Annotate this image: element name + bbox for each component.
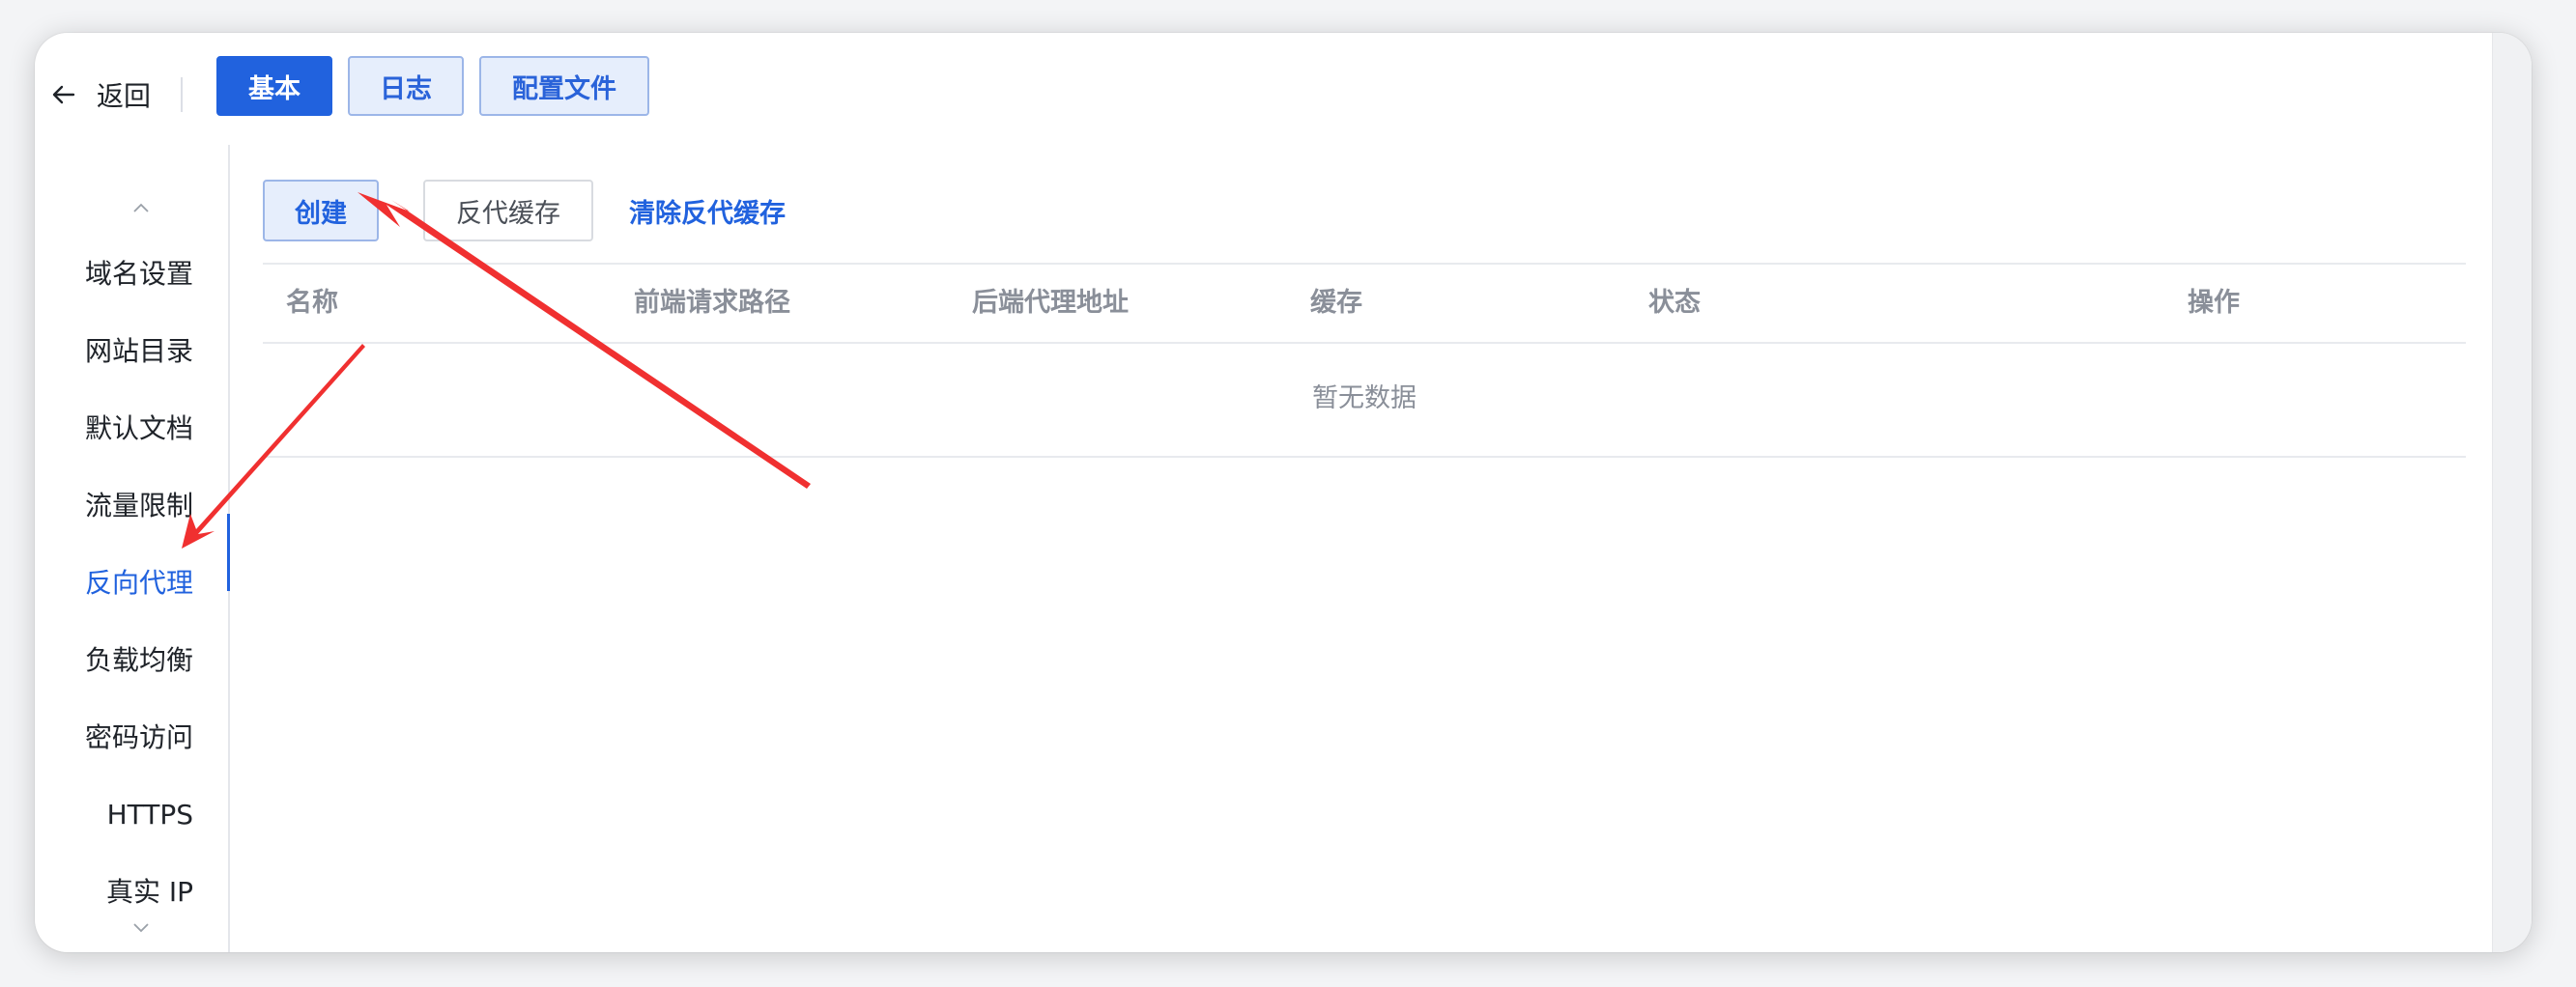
top-bar: 返回 基本 日志 配置文件 — [35, 33, 2493, 153]
table-header: 名称 前端请求路径 后端代理地址 缓存 状态 操作 — [263, 263, 2466, 344]
clear-proxy-cache-link[interactable]: 清除反代缓存 — [620, 180, 794, 241]
sidebar-item-https[interactable]: HTTPS — [107, 796, 193, 834]
divider — [181, 77, 183, 112]
tab-config-file[interactable]: 配置文件 — [479, 56, 649, 116]
app-window: 返回 基本 日志 配置文件 域名设置 网站目录 默认文档 流量限制 反向代理 负… — [35, 33, 2532, 952]
tab-logs[interactable]: 日志 — [348, 56, 464, 116]
create-button[interactable]: 创建 — [263, 180, 379, 241]
back-button[interactable]: 返回 — [50, 68, 151, 122]
column-header-actions: 操作 — [2188, 288, 2240, 318]
sidebar-item-domain[interactable]: 域名设置 — [85, 255, 193, 294]
proxy-cache-button[interactable]: 反代缓存 — [423, 180, 593, 241]
back-label: 返回 — [97, 80, 152, 112]
table-body: 暂无数据 — [263, 342, 2466, 458]
chevron-up-icon[interactable] — [129, 197, 153, 220]
chevron-down-icon[interactable] — [129, 916, 153, 939]
column-header-name: 名称 — [286, 288, 338, 318]
column-header-frontend-path: 前端请求路径 — [634, 288, 790, 318]
scrollbar[interactable] — [2492, 33, 2532, 952]
tab-basic[interactable]: 基本 — [216, 56, 332, 116]
sidebar-item-real-ip[interactable]: 真实 IP — [106, 873, 193, 912]
sidebar-item-password[interactable]: 密码访问 — [85, 719, 193, 757]
column-header-status: 状态 — [1648, 288, 1701, 318]
arrow-left-icon — [52, 85, 75, 104]
empty-state-text: 暂无数据 — [1312, 383, 1417, 413]
sidebar-item-default-doc[interactable]: 默认文档 — [85, 409, 193, 448]
sidebar: 域名设置 网站目录 默认文档 流量限制 反向代理 负载均衡 密码访问 HTTPS… — [35, 153, 230, 952]
sidebar-item-reverse-proxy[interactable]: 反向代理 — [85, 564, 193, 603]
sidebar-item-traffic-limit[interactable]: 流量限制 — [85, 487, 193, 525]
column-header-cache: 缓存 — [1310, 288, 1362, 318]
column-header-backend-address: 后端代理地址 — [972, 288, 1129, 318]
sidebar-item-load-balance[interactable]: 负载均衡 — [85, 641, 193, 680]
sidebar-item-site-dir[interactable]: 网站目录 — [85, 332, 193, 371]
